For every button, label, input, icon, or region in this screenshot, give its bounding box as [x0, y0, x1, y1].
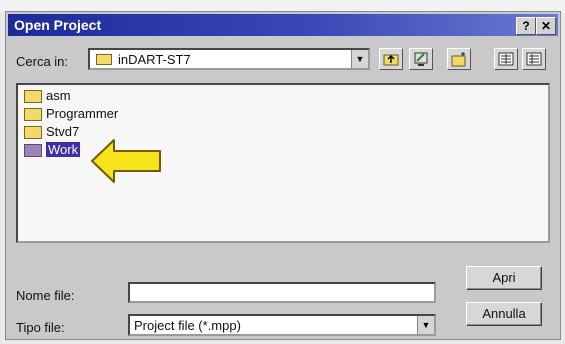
folder-name: Stvd7 — [46, 124, 80, 139]
list-view-button[interactable] — [494, 48, 518, 70]
help-button[interactable]: ? — [516, 17, 536, 35]
window-title: Open Project — [14, 17, 102, 33]
folder-name: Programmer — [46, 106, 119, 121]
desktop-icon — [414, 52, 428, 66]
desktop-button[interactable] — [409, 48, 433, 70]
look-in-label: Cerca in: — [16, 54, 69, 69]
folder-name: asm — [46, 88, 71, 103]
folder-icon — [24, 90, 42, 103]
file-type-dropdown[interactable]: Project file (*.mpp) ▼ — [128, 314, 436, 336]
file-type-label: Tipo file: — [16, 320, 65, 335]
folder-name: Work — [46, 142, 81, 157]
chevron-down-icon[interactable]: ▼ — [417, 316, 434, 334]
look-in-dropdown[interactable]: inDART-ST7 ▼ — [88, 48, 370, 70]
details-view-button[interactable] — [522, 48, 546, 70]
new-folder-button[interactable] — [447, 48, 471, 70]
file-type-value: Project file (*.mpp) — [134, 318, 241, 333]
folder-icon — [96, 54, 112, 65]
file-name-label: Nome file: — [16, 288, 75, 303]
look-in-value: inDART-ST7 — [118, 52, 191, 67]
folder-icon — [24, 126, 42, 139]
file-name-input[interactable] — [128, 282, 436, 303]
folder-icon — [24, 108, 42, 121]
title-bar[interactable]: Open Project ? ✕ — [8, 14, 558, 36]
up-folder-button[interactable] — [379, 48, 403, 70]
chevron-down-icon[interactable]: ▼ — [351, 50, 368, 68]
new-folder-icon — [451, 52, 466, 67]
open-button[interactable]: Apri — [466, 266, 542, 290]
folder-icon — [24, 144, 42, 157]
details-view-icon — [526, 52, 542, 66]
list-view-icon — [498, 52, 514, 66]
cancel-button[interactable]: Annulla — [466, 302, 542, 326]
close-button[interactable]: ✕ — [536, 17, 556, 35]
pointer-arrow-icon — [91, 139, 161, 183]
up-folder-icon — [383, 54, 399, 66]
